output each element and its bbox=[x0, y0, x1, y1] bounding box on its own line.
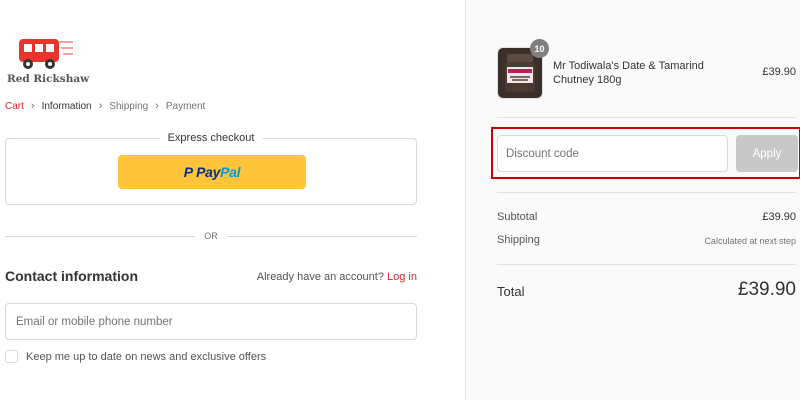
product-price: £39.90 bbox=[762, 66, 796, 78]
breadcrumb-shipping: Shipping bbox=[109, 100, 149, 112]
chevron-right-icon: › bbox=[98, 100, 103, 112]
paypal-button[interactable]: P PayPal bbox=[118, 155, 306, 189]
checkout-main-panel: Red Rickshaw Cart › Information › Shippi… bbox=[0, 0, 465, 400]
subtotal-value: £39.90 bbox=[762, 211, 796, 223]
login-prompt: Already have an account? Log in bbox=[257, 271, 417, 283]
brand-name: Red Rickshaw bbox=[7, 73, 90, 85]
breadcrumb: Cart › Information › Shipping › Payment bbox=[5, 100, 205, 112]
shipping-label: Shipping bbox=[497, 234, 540, 246]
breadcrumb-cart[interactable]: Cart bbox=[5, 101, 24, 112]
newsletter-optin[interactable]: Keep me up to date on news and exclusive… bbox=[5, 350, 266, 363]
paypal-wordmark: PayPal bbox=[196, 164, 241, 180]
email-or-phone-input[interactable] bbox=[5, 303, 417, 340]
divider-line bbox=[226, 235, 417, 237]
divider-line bbox=[5, 235, 196, 237]
shipping-value: Calculated at next step bbox=[704, 236, 796, 246]
newsletter-label: Keep me up to date on news and exclusive… bbox=[26, 350, 267, 363]
login-prompt-text: Already have an account? bbox=[256, 271, 384, 283]
breadcrumb-information: Information bbox=[41, 100, 92, 112]
quantity-badge: 10 bbox=[530, 39, 549, 58]
order-summary-sidebar: 10 Mr Todiwala's Date & Tamarind Chutney… bbox=[465, 0, 800, 400]
total-label: Total bbox=[497, 284, 525, 299]
product-name: Mr Todiwala's Date & Tamarind Chutney 18… bbox=[553, 60, 704, 86]
paypal-icon: P bbox=[183, 164, 194, 180]
apply-discount-button[interactable]: Apply bbox=[736, 135, 798, 172]
chevron-right-icon: › bbox=[30, 100, 35, 112]
chevron-right-icon: › bbox=[155, 100, 159, 112]
express-checkout-title: Express checkout bbox=[159, 132, 263, 144]
express-checkout-section: Express checkout P PayPal bbox=[5, 132, 417, 205]
breadcrumb-payment: Payment bbox=[165, 100, 206, 112]
or-divider-label: OR bbox=[204, 231, 218, 241]
newsletter-checkbox[interactable] bbox=[5, 350, 18, 363]
login-link[interactable]: Log in bbox=[387, 271, 417, 283]
total-value: £39.90 bbox=[737, 279, 796, 300]
brand-logo[interactable]: Red Rickshaw bbox=[5, 37, 89, 87]
discount-code-input[interactable] bbox=[497, 135, 728, 172]
or-divider: OR bbox=[5, 230, 417, 242]
rickshaw-logo-icon bbox=[19, 39, 73, 69]
subtotal-label: Subtotal bbox=[497, 211, 538, 223]
summary-divider bbox=[497, 192, 796, 193]
contact-information-heading: Contact information bbox=[5, 268, 138, 284]
summary-divider bbox=[497, 264, 796, 265]
summary-divider bbox=[497, 117, 796, 118]
